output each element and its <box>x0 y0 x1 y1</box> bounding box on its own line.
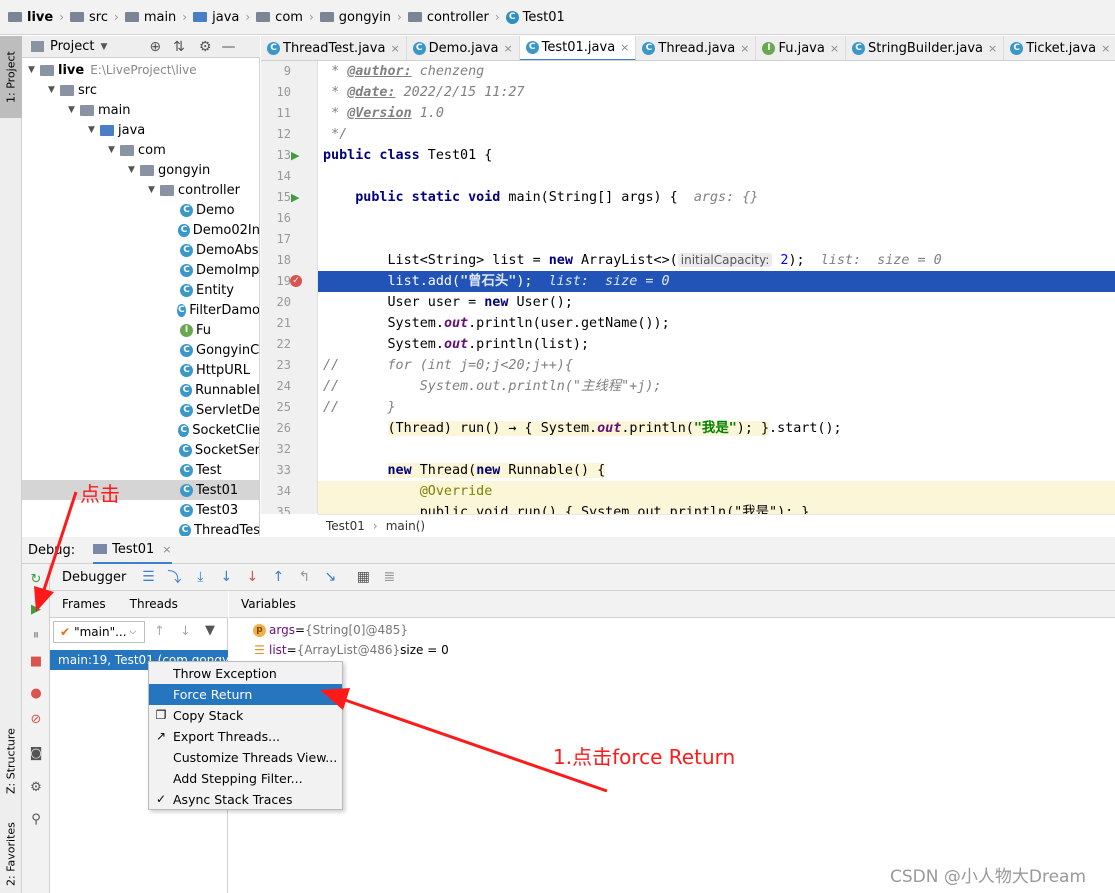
annotation-arrow-resume <box>40 491 78 597</box>
annotation-arrowhead-resume <box>34 586 54 612</box>
annotation-arrowhead-force-return <box>320 688 350 710</box>
annotation-arrow-force-return <box>344 698 608 793</box>
watermark: CSDN @小人物大Dream <box>890 867 1087 887</box>
annotation-arrows <box>34 491 608 793</box>
